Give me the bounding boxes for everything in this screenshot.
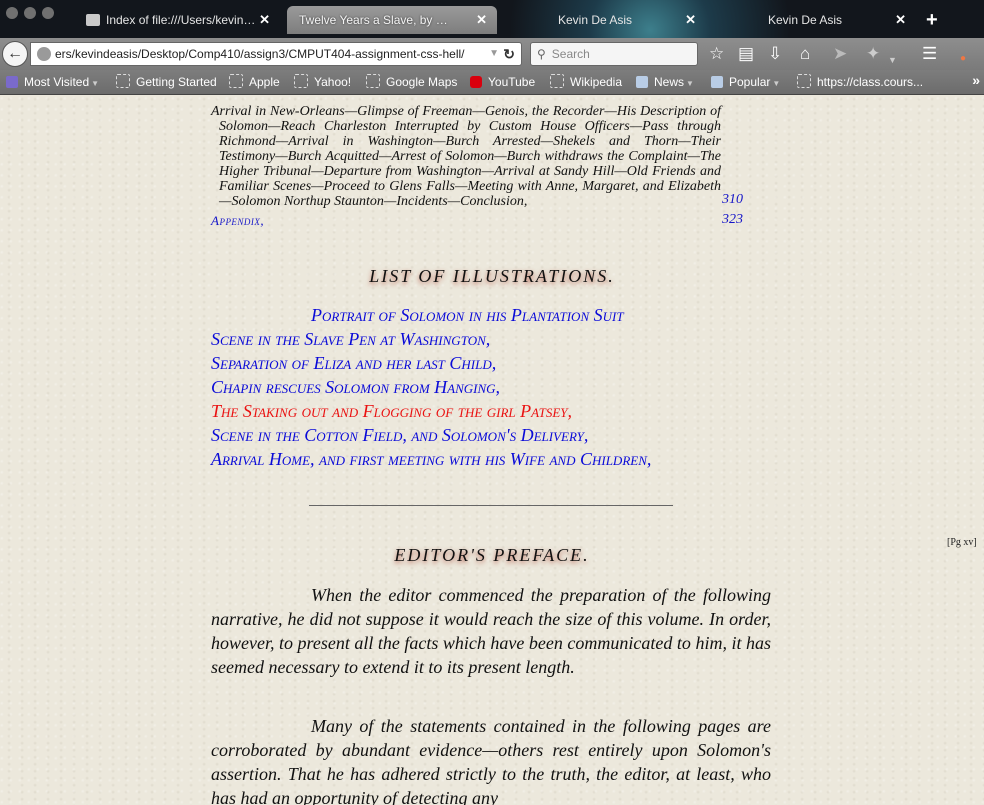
bookmark-label: Apple xyxy=(249,75,280,89)
illustration-link[interactable]: Arrival Home, and first meeting with his… xyxy=(211,449,651,470)
illustration-link[interactable]: Chapin rescues Solomon from Hanging, xyxy=(211,377,500,398)
download-icon[interactable]: ⇩ xyxy=(768,44,782,64)
close-tab-icon[interactable]: ✕ xyxy=(476,6,487,34)
bookmark-wikipedia[interactable]: Wikipedia xyxy=(550,74,622,90)
home-icon[interactable]: ⌂ xyxy=(800,44,810,64)
globe-icon xyxy=(37,47,51,61)
tab-bar: Index of file:///Users/kevind... ✕ Twelv… xyxy=(0,0,984,38)
bookmark-label: Popular xyxy=(729,75,771,89)
illustration-link[interactable]: Scene in the Slave Pen at Washington, xyxy=(211,329,490,350)
bookmarks-overflow-chevron-icon[interactable]: » xyxy=(972,72,980,88)
page-icon xyxy=(366,74,380,88)
bookmark-news[interactable]: News ▼ xyxy=(636,74,694,92)
bookmark-most-visited[interactable]: Most Visited ▼ xyxy=(6,74,99,92)
preface-paragraph: When the editor commenced the preparatio… xyxy=(211,585,771,677)
url-text[interactable]: ers/kevindeasis/Desktop/Comp410/assign3/… xyxy=(55,43,495,65)
page-icon xyxy=(86,14,100,26)
url-bar[interactable]: ers/kevindeasis/Desktop/Comp410/assign3/… xyxy=(30,42,522,66)
bookmark-apple[interactable]: Apple xyxy=(229,74,280,90)
bookmark-popular[interactable]: Popular ▼ xyxy=(711,74,780,92)
toc-entry: Arrival in New-Orleans—Glimpse of Freema… xyxy=(211,104,721,209)
search-icon: ⚲ xyxy=(537,47,546,61)
page-icon xyxy=(116,74,130,88)
tab-index[interactable]: Index of file:///Users/kevind... ✕ xyxy=(80,6,280,34)
bookmark-label: Wikipedia xyxy=(570,75,623,89)
bookmark-getting-started[interactable]: Getting Started xyxy=(116,74,217,90)
search-input[interactable]: ⚲ Search xyxy=(530,42,698,66)
tab-label: Kevin De Asis xyxy=(768,13,843,27)
bookmarks-toolbar: Most Visited ▼ Getting Started Apple Yaho… xyxy=(0,70,984,95)
dropdown-icon: ▼ xyxy=(686,79,694,88)
minimize-window-icon[interactable] xyxy=(24,7,36,19)
reading-list-icon[interactable]: ▤ xyxy=(738,44,754,64)
search-placeholder: Search xyxy=(551,47,590,61)
folder-icon xyxy=(636,76,648,88)
tab-label: Twelve Years a Slave, by Solom... xyxy=(299,13,449,27)
close-tab-icon[interactable]: ✕ xyxy=(685,6,696,34)
preface-heading: EDITOR'S PREFACE. xyxy=(394,545,590,565)
bookmark-youtube[interactable]: YouTube xyxy=(470,74,535,90)
bookmark-label: Most Visited xyxy=(24,75,90,89)
window-controls[interactable] xyxy=(6,6,60,24)
illustrations-heading: LIST OF ILLUSTRATIONS. xyxy=(369,266,615,286)
bookmark-label: Google Maps xyxy=(386,75,458,89)
close-tab-icon[interactable]: ✕ xyxy=(259,6,270,34)
youtube-icon xyxy=(470,76,482,88)
dropdown-icon: ▼ xyxy=(91,79,100,88)
most-visited-icon xyxy=(6,76,18,88)
back-arrow-icon: ← xyxy=(7,45,23,62)
section-divider xyxy=(309,505,673,506)
bookmark-label: https://class.cours... xyxy=(817,75,924,89)
bookmark-label: Getting Started xyxy=(136,75,217,89)
table-of-contents: Arrival in New-Orleans—Glimpse of Freema… xyxy=(211,104,721,209)
bookmark-label: Yahoo! xyxy=(314,75,352,89)
illustration-link-hovered[interactable]: The Staking out and Flogging of the girl… xyxy=(211,401,572,422)
illustration-link[interactable]: Separation of Eliza and her last Child, xyxy=(211,353,496,374)
menu-icon[interactable]: ☰ xyxy=(922,44,937,64)
extension-dropdown-icon[interactable]: ▼ xyxy=(888,50,897,70)
folder-icon xyxy=(711,76,723,88)
toc-page-link[interactable]: 310 xyxy=(722,192,743,208)
tab-label: Kevin De Asis xyxy=(558,13,633,27)
bookmark-google-maps[interactable]: Google Maps xyxy=(366,74,457,90)
bookmark-label: YouTube xyxy=(488,75,536,89)
bookmark-yahoo[interactable]: Yahoo! xyxy=(294,74,351,90)
appendix-page-link[interactable]: 323 xyxy=(722,212,743,228)
extension-icon[interactable]: ✦ xyxy=(866,44,880,64)
bookmark-class-courses[interactable]: https://class.cours... xyxy=(797,74,923,90)
page-content: Arrival in New-Orleans—Glimpse of Freema… xyxy=(0,95,984,805)
zoom-window-icon[interactable] xyxy=(42,7,54,19)
back-button[interactable]: ← xyxy=(2,41,28,67)
send-icon[interactable]: ➤ xyxy=(833,44,847,64)
navigation-bar: ← ers/kevindeasis/Desktop/Comp410/assign… xyxy=(0,38,984,70)
tab-kevin-de-asis-2[interactable]: Kevin De Asis ✕ xyxy=(708,6,916,34)
page-icon xyxy=(294,74,308,88)
page-icon xyxy=(797,74,811,88)
tab-kevin-de-asis-1[interactable]: Kevin De Asis ✕ xyxy=(530,6,706,34)
close-tab-icon[interactable]: ✕ xyxy=(895,6,906,34)
profile-icon[interactable]: ● xyxy=(960,49,966,69)
illustration-link[interactable]: Scene in the Cotton Field, and Solomon's… xyxy=(211,425,588,446)
tab-twelve-years[interactable]: Twelve Years a Slave, by Solom... ✕ xyxy=(287,6,497,34)
page-icon xyxy=(229,74,243,88)
preface-paragraph: Many of the statements contained in the … xyxy=(211,716,771,805)
bookmark-star-icon[interactable]: ☆ xyxy=(709,44,724,64)
new-tab-button[interactable]: + xyxy=(926,9,938,32)
illustration-link[interactable]: Portrait of Solomon in his Plantation Su… xyxy=(311,305,624,326)
url-history-dropdown-icon[interactable]: ▼ xyxy=(489,43,499,65)
close-window-icon[interactable] xyxy=(6,7,18,19)
bookmark-label: News xyxy=(654,75,685,89)
tab-label: Index of file:///Users/kevind... xyxy=(106,13,256,27)
page-icon xyxy=(550,74,564,88)
dropdown-icon: ▼ xyxy=(772,79,781,88)
reload-icon[interactable]: ↻ xyxy=(503,43,515,65)
appendix-link[interactable]: Appendix, xyxy=(211,213,264,229)
